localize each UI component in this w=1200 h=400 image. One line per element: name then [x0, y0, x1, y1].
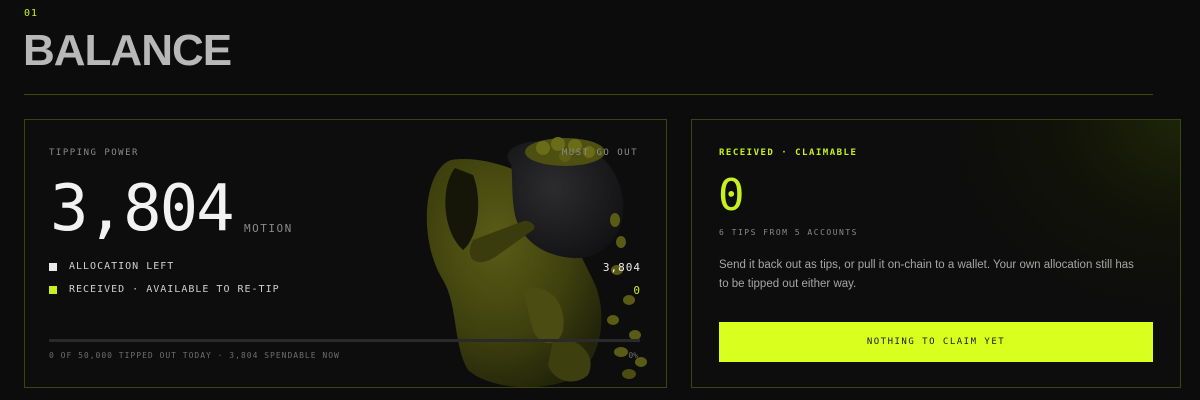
tipping-power-amount: 3,804 [50, 172, 235, 246]
tipping-power-label: TIPPING POWER [49, 148, 139, 158]
legend-received: RECEIVED · AVAILABLE TO RE-TIP 0 [49, 284, 641, 298]
divider [24, 94, 1153, 95]
claimable-amount: 0 [718, 170, 745, 221]
tipping-power-unit: MOTION [244, 222, 293, 235]
claim-button[interactable]: NOTHING TO CLAIM YET [719, 322, 1153, 362]
hooded-figure-with-coin-sack-icon [426, 137, 647, 387]
claimable-label: RECEIVED · CLAIMABLE [719, 148, 858, 158]
legend-label: ALLOCATION LEFT [69, 261, 175, 272]
claim-description: Send it back out as tips, or pull it on-… [719, 259, 1134, 290]
claimable-card: RECEIVED · CLAIMABLE 0 6 TIPS FROM 5 ACC… [691, 119, 1181, 388]
received-swatch [49, 286, 57, 294]
legend-label: RECEIVED · AVAILABLE TO RE-TIP [69, 284, 280, 295]
tipped-out-progress-bar [49, 339, 640, 342]
must-go-out-badge: MUST GO OUT [561, 148, 638, 158]
section-number: 01 [24, 8, 39, 19]
tipped-out-summary: 0 OF 50,000 TIPPED OUT TODAY · 3,804 SPE… [49, 351, 340, 360]
legend-value: 3,804 [602, 261, 641, 274]
allocation-swatch [49, 263, 57, 271]
tipped-out-percent: 0% [628, 351, 638, 360]
tips-summary: 6 TIPS FROM 5 ACCOUNTS [719, 228, 858, 237]
legend-value: 0 [633, 284, 641, 297]
tipping-power-card: TIPPING POWER MUST GO OUT 3,804 MOTION A… [24, 119, 667, 388]
section-title: BALANCE [23, 26, 232, 75]
legend-allocation-left: ALLOCATION LEFT 3,804 [49, 261, 641, 275]
